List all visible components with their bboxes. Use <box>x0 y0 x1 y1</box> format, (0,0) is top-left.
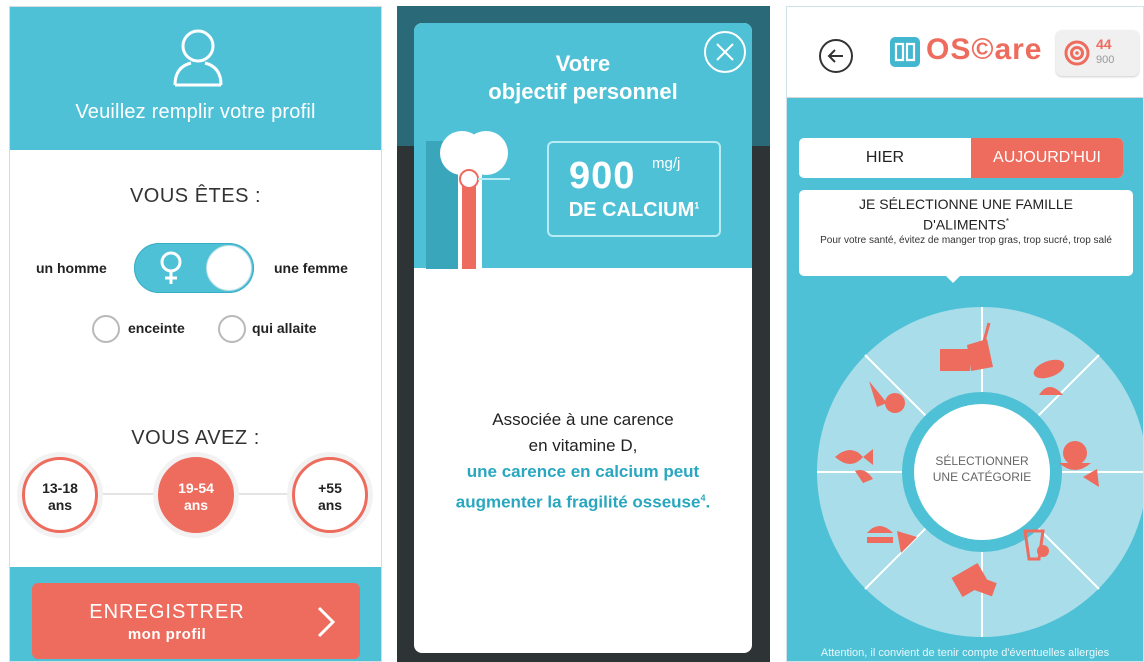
allergy-warning: Attention, il convient de tenir compte d… <box>820 647 1110 659</box>
femme-label[interactable]: une femme <box>274 260 348 276</box>
age-range: 19-54 <box>178 480 214 496</box>
food-category-screen: OS©are 44 900 HIER AUJOURD'HUI JE SÉLECT… <box>786 6 1144 662</box>
body-line: Associée à une carence <box>492 410 674 429</box>
body-highlight-line: augmenter la fragilité osseuse4. <box>414 485 752 516</box>
instruction-title: JE SÉLECTIONNE UNE FAMILLE D'ALIMENTS* <box>799 196 1133 234</box>
back-button[interactable] <box>819 39 853 73</box>
age-55-button[interactable]: +55 ans <box>292 457 368 533</box>
modal-title-line1: Votre <box>555 51 611 76</box>
tab-aujourdhui[interactable]: AUJOURD'HUI <box>971 138 1123 178</box>
wheel-center-line2: UNE CATÉGORIE <box>933 469 1031 484</box>
save-sublabel: mon profil <box>127 626 207 643</box>
instruction-subtitle: Pour votre santé, évitez de manger trop … <box>820 235 1112 246</box>
chevron-right-icon <box>317 606 336 638</box>
profile-header: Veuillez remplir votre profil <box>10 7 381 150</box>
calcium-label: DE CALCIUM1 <box>549 199 719 222</box>
age-unit: ans <box>317 497 343 513</box>
homme-label[interactable]: un homme <box>36 260 107 276</box>
calcium-target-box: 900 mg/j DE CALCIUM1 <box>547 141 721 237</box>
calcium-amount: 900 <box>569 155 636 197</box>
body-highlight-line: une carence en calcium peut <box>466 462 700 481</box>
age-19-54-button[interactable]: 19-54 ans <box>158 457 234 533</box>
profile-screen: Veuillez remplir votre profil VOUS ÊTES … <box>9 6 382 662</box>
gender-toggle[interactable] <box>134 243 254 293</box>
modal-header: Votre objectif personnel 900 mg/j DE CAL… <box>414 23 752 269</box>
enceinte-radio[interactable] <box>92 315 120 343</box>
food-category-wheel: SÉLECTIONNER UNE CATÉGORIE <box>817 307 1143 637</box>
arrow-left-icon <box>827 49 843 63</box>
allaite-label: qui allaite <box>252 320 317 336</box>
instruction-title-text: D'ALIMENTS <box>923 216 1006 233</box>
modal-title-line2: objectif personnel <box>488 79 678 104</box>
tab-hier[interactable]: HIER <box>799 138 971 178</box>
age-unit: ans <box>183 497 209 513</box>
instruction-title-line2: D'ALIMENTS* <box>799 213 1133 234</box>
day-selector: HIER AUJOURD'HUI <box>799 138 1123 178</box>
instruction-card: JE SÉLECTIONNE UNE FAMILLE D'ALIMENTS* P… <box>799 190 1133 276</box>
target-icon <box>1064 40 1090 66</box>
age-range: +55 <box>318 480 342 496</box>
objective-screen: Votre objectif personnel 900 mg/j DE CAL… <box>397 6 770 662</box>
save-label: ENREGISTRER <box>89 601 245 623</box>
bone-gauge-icon <box>426 131 510 269</box>
age-range: 13-18 <box>42 480 78 496</box>
vous-etes-heading: VOUS ÊTES : <box>129 185 262 207</box>
enceinte-label: enceinte <box>128 320 185 336</box>
allaite-radio[interactable] <box>218 315 246 343</box>
body-end: . <box>705 492 711 512</box>
body-line: en vitamine D, <box>528 436 638 455</box>
oscare-logo-icon <box>890 37 920 67</box>
save-profile-button[interactable]: ENREGISTRER mon profil <box>32 583 360 659</box>
oscare-logo-text: OS©are <box>926 33 1043 66</box>
badge-total: 900 <box>1096 54 1115 66</box>
instruction-footnote: * <box>1005 217 1009 226</box>
profile-header-title: Veuillez remplir votre profil <box>75 101 316 123</box>
calcium-unit: mg/j <box>652 155 681 172</box>
body-highlight-text: augmenter la fragilité osseuse <box>455 492 701 512</box>
calcium-footnote: 1 <box>694 200 700 211</box>
toggle-knob[interactable] <box>206 245 252 291</box>
age-unit: ans <box>47 497 73 513</box>
calcium-progress-badge[interactable]: 44 900 <box>1056 30 1139 76</box>
calcium-text: DE CALCIUM <box>568 199 695 221</box>
vous-avez-heading: VOUS AVEZ : <box>131 427 260 449</box>
wheel-center-line1: SÉLECTIONNER <box>935 453 1029 468</box>
instruction-title-line1: JE SÉLECTIONNE UNE FAMILLE <box>859 196 1073 212</box>
app-topbar: OS©are 44 900 <box>787 7 1143 98</box>
badge-value: 44 <box>1096 36 1112 52</box>
age-13-18-button[interactable]: 13-18 ans <box>22 457 98 533</box>
female-symbol-icon <box>160 251 182 284</box>
modal-body-text: Associée à une carence en vitamine D, un… <box>414 407 752 516</box>
card-pointer <box>945 275 961 283</box>
objective-modal: Votre objectif personnel 900 mg/j DE CAL… <box>414 23 752 653</box>
user-icon <box>173 29 223 87</box>
